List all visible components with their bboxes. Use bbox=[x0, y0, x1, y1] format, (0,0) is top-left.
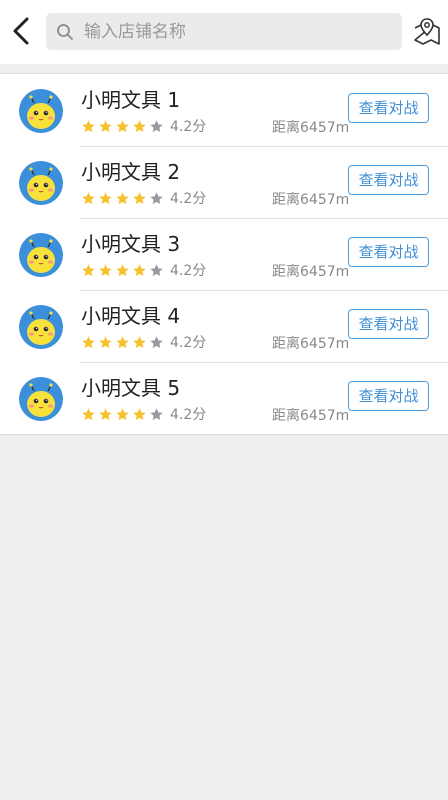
star-empty-icon bbox=[150, 119, 163, 132]
star-filled-icon bbox=[116, 335, 129, 348]
shop-avatar bbox=[19, 233, 63, 277]
shop-list-item[interactable]: 小明文具 2 4.2分 距离6457m 查看对战 bbox=[0, 146, 448, 218]
star-empty-icon bbox=[150, 335, 163, 348]
star-filled-icon bbox=[82, 191, 95, 204]
shop-name: 小明文具 2 bbox=[81, 160, 181, 184]
search-icon bbox=[57, 23, 73, 40]
shop-list: 小明文具 1 4.2分 距离6457m 查看对战 小明文具 2 4.2分 距离6… bbox=[0, 73, 448, 435]
star-empty-icon bbox=[150, 407, 163, 420]
shop-distance: 距离6457m bbox=[272, 192, 350, 208]
chevron-left-icon bbox=[13, 17, 29, 45]
star-filled-icon bbox=[99, 335, 112, 348]
star-filled-icon bbox=[133, 119, 146, 132]
view-battle-button[interactable]: 查看对战 bbox=[348, 381, 429, 411]
shop-avatar bbox=[19, 305, 63, 349]
star-filled-icon bbox=[82, 335, 95, 348]
star-filled-icon bbox=[82, 263, 95, 276]
shop-name: 小明文具 4 bbox=[81, 304, 181, 328]
search-box[interactable] bbox=[46, 13, 402, 50]
star-rating: 4.2分 bbox=[81, 332, 206, 352]
star-filled-icon bbox=[116, 119, 129, 132]
back-button[interactable] bbox=[6, 14, 36, 48]
rating-score: 4.2分 bbox=[170, 335, 207, 351]
shop-list-item[interactable]: 小明文具 3 4.2分 距离6457m 查看对战 bbox=[0, 218, 448, 290]
shop-name: 小明文具 1 bbox=[81, 88, 181, 112]
star-empty-icon bbox=[150, 263, 163, 276]
map-button[interactable] bbox=[412, 14, 442, 48]
shop-name: 小明文具 3 bbox=[81, 232, 181, 256]
shop-distance: 距离6457m bbox=[272, 264, 350, 280]
shop-avatar bbox=[19, 89, 63, 133]
top-bar bbox=[0, 0, 448, 64]
shop-name: 小明文具 5 bbox=[81, 376, 181, 400]
star-filled-icon bbox=[133, 191, 146, 204]
star-filled-icon bbox=[99, 407, 112, 420]
star-rating: 4.2分 bbox=[81, 188, 206, 208]
shop-distance: 距离6457m bbox=[272, 120, 350, 136]
shop-list-item[interactable]: 小明文具 1 4.2分 距离6457m 查看对战 bbox=[0, 74, 448, 146]
star-filled-icon bbox=[133, 407, 146, 420]
star-filled-icon bbox=[82, 407, 95, 420]
shop-avatar bbox=[19, 377, 63, 421]
search-input[interactable] bbox=[82, 20, 386, 43]
rating-score: 4.2分 bbox=[170, 191, 207, 207]
shop-avatar bbox=[19, 161, 63, 205]
star-filled-icon bbox=[116, 191, 129, 204]
star-filled-icon bbox=[82, 119, 95, 132]
view-battle-button[interactable]: 查看对战 bbox=[348, 165, 429, 195]
star-filled-icon bbox=[99, 191, 112, 204]
view-battle-button[interactable]: 查看对战 bbox=[348, 237, 429, 267]
shop-list-item[interactable]: 小明文具 4 4.2分 距离6457m 查看对战 bbox=[0, 290, 448, 362]
star-filled-icon bbox=[116, 263, 129, 276]
shop-list-item[interactable]: 小明文具 5 4.2分 距离6457m 查看对战 bbox=[0, 362, 448, 434]
view-battle-button[interactable]: 查看对战 bbox=[348, 309, 429, 339]
shop-distance: 距离6457m bbox=[272, 336, 350, 352]
rating-score: 4.2分 bbox=[170, 263, 207, 279]
star-rating: 4.2分 bbox=[81, 260, 206, 280]
star-filled-icon bbox=[133, 263, 146, 276]
star-filled-icon bbox=[99, 119, 112, 132]
star-filled-icon bbox=[116, 407, 129, 420]
view-battle-button[interactable]: 查看对战 bbox=[348, 93, 429, 123]
star-filled-icon bbox=[133, 335, 146, 348]
star-empty-icon bbox=[150, 191, 163, 204]
rating-score: 4.2分 bbox=[170, 119, 207, 135]
star-filled-icon bbox=[99, 263, 112, 276]
star-rating: 4.2分 bbox=[81, 404, 206, 424]
shop-distance: 距离6457m bbox=[272, 408, 350, 424]
star-rating: 4.2分 bbox=[81, 116, 206, 136]
rating-score: 4.2分 bbox=[170, 407, 207, 423]
map-location-icon bbox=[414, 18, 440, 45]
